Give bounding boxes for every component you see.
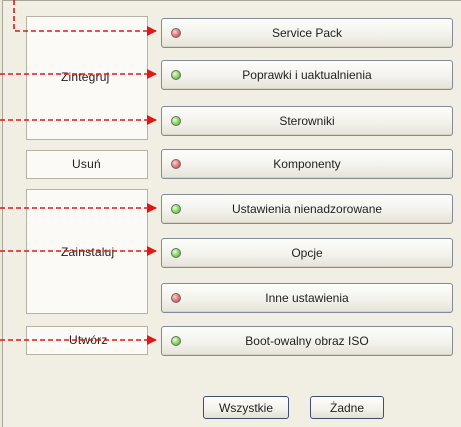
status-green-icon <box>171 204 181 214</box>
bootable-iso-button[interactable]: Boot-owalny obraz ISO <box>161 326 453 356</box>
options-button[interactable]: Opcje <box>161 238 453 268</box>
group-label-zintegruj: Zintegruj <box>61 70 110 84</box>
select-all-button[interactable]: Wszystkie <box>203 396 289 419</box>
button-label: Komponenty <box>273 157 341 171</box>
status-red-icon <box>171 159 181 169</box>
other-settings-button[interactable]: Inne ustawienia <box>161 283 453 313</box>
service-pack-button[interactable]: Service Pack <box>161 18 453 48</box>
button-label: Sterowniki <box>279 114 335 128</box>
group-label-utworz: Utwórz <box>69 333 108 347</box>
task-panel: Zintegruj Usuń Zainstaluj Utwórz Service… <box>2 0 461 427</box>
button-label: Inne ustawienia <box>265 291 349 305</box>
select-none-button[interactable]: Żadne <box>310 396 384 419</box>
unattended-settings-button[interactable]: Ustawienia nienadzorowane <box>161 194 453 224</box>
button-label: Opcje <box>291 246 323 260</box>
button-label: Wszystkie <box>219 400 273 415</box>
button-label: Boot-owalny obraz ISO <box>245 334 369 348</box>
status-green-icon <box>171 70 181 80</box>
status-green-icon <box>171 248 181 258</box>
status-red-icon <box>171 28 181 38</box>
components-button[interactable]: Komponenty <box>161 149 453 179</box>
group-label-usun: Usuń <box>72 157 101 171</box>
status-red-icon <box>171 293 181 303</box>
button-label: Ustawienia nienadzorowane <box>231 202 383 216</box>
group-label-zainstaluj: Zainstaluj <box>61 245 115 259</box>
button-label: Poprawki i uaktualnienia <box>242 68 372 82</box>
updates-button[interactable]: Poprawki i uaktualnienia <box>161 60 453 90</box>
button-label: Service Pack <box>271 26 343 40</box>
status-green-icon <box>171 116 181 126</box>
status-green-icon <box>171 336 181 346</box>
drivers-button[interactable]: Sterowniki <box>161 106 453 136</box>
button-label: Żadne <box>329 400 365 415</box>
